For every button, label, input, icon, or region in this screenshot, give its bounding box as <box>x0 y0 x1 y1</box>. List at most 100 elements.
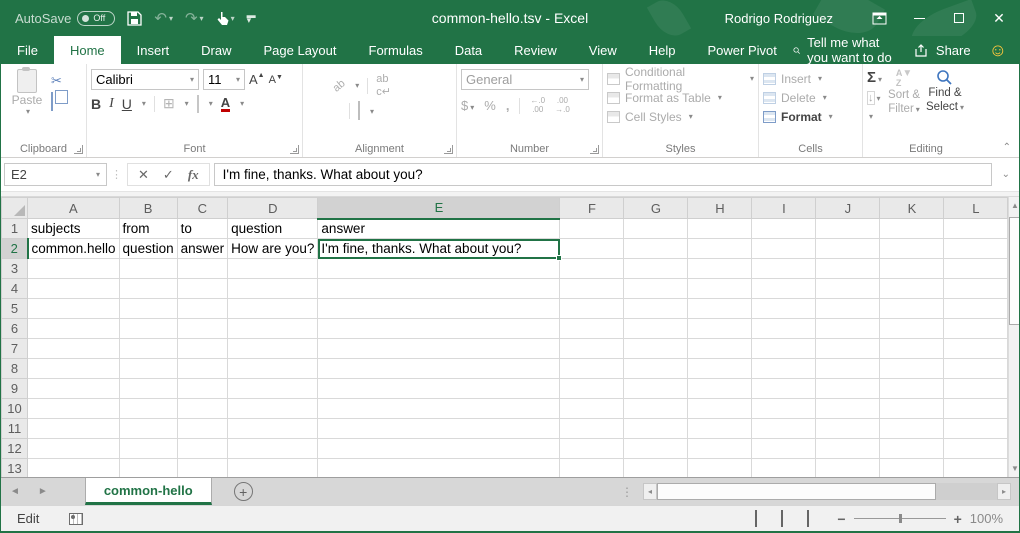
cell-G11[interactable] <box>624 419 688 439</box>
cell-J8[interactable] <box>816 359 880 379</box>
col-header-J[interactable]: J <box>816 198 880 219</box>
conditional-formatting-button[interactable]: Conditional Formatting ▾ <box>607 69 754 88</box>
cell-G2[interactable] <box>624 239 688 259</box>
cell-D3[interactable] <box>228 259 318 279</box>
macro-record-button[interactable] <box>69 513 83 525</box>
cell-B6[interactable] <box>119 319 177 339</box>
cell-E13[interactable] <box>318 459 560 478</box>
scroll-right-button[interactable]: ▸ <box>997 483 1011 500</box>
tab-formulas[interactable]: Formulas <box>353 36 439 64</box>
decrease-font-button[interactable]: A▼ <box>269 74 283 86</box>
cell-K13[interactable] <box>880 459 944 478</box>
cell-H9[interactable] <box>688 379 752 399</box>
tab-review[interactable]: Review <box>498 36 573 64</box>
cell-K9[interactable] <box>880 379 944 399</box>
cell-I13[interactable] <box>752 459 816 478</box>
row-header-3[interactable]: 3 <box>2 259 28 279</box>
col-header-L[interactable]: L <box>944 198 1008 219</box>
tab-view[interactable]: View <box>573 36 633 64</box>
cell-E5[interactable] <box>318 299 560 319</box>
cell-L11[interactable] <box>944 419 1008 439</box>
cell-A9[interactable] <box>28 379 120 399</box>
cell-styles-button[interactable]: Cell Styles ▾ <box>607 107 754 126</box>
cell-K8[interactable] <box>880 359 944 379</box>
sheetbar-drag-handle[interactable]: ⋮ <box>621 485 643 499</box>
cell-G9[interactable] <box>624 379 688 399</box>
italic-button[interactable]: I <box>109 96 114 112</box>
sort-filter-button[interactable]: A▼Z Sort & Filter▾ <box>888 69 920 122</box>
borders-button[interactable]: ⊞ <box>163 95 175 112</box>
cell-I8[interactable] <box>752 359 816 379</box>
collapse-ribbon-button[interactable]: ⌃ <box>1003 142 1011 153</box>
cell-B5[interactable] <box>119 299 177 319</box>
row-header-9[interactable]: 9 <box>2 379 28 399</box>
cell-L5[interactable] <box>944 299 1008 319</box>
format-cells-button[interactable]: Format ▾ <box>763 107 858 126</box>
col-header-C[interactable]: C <box>177 198 228 219</box>
cell-F13[interactable] <box>560 459 624 478</box>
delete-cells-button[interactable]: Delete ▾ <box>763 88 858 107</box>
cell-C11[interactable] <box>177 419 228 439</box>
row-header-10[interactable]: 10 <box>2 399 28 419</box>
cell-A11[interactable] <box>28 419 120 439</box>
cell-K10[interactable] <box>880 399 944 419</box>
underline-button[interactable]: U <box>122 96 132 112</box>
borders-caret[interactable]: ▾ <box>185 99 189 108</box>
cell-C3[interactable] <box>177 259 228 279</box>
cell-A1[interactable]: subjects <box>28 219 120 239</box>
autosave-switch[interactable]: Off <box>77 11 115 26</box>
cell-H6[interactable] <box>688 319 752 339</box>
redo-button[interactable]: ↷▾ <box>185 9 204 27</box>
tab-power-pivot[interactable]: Power Pivot <box>692 36 793 64</box>
cell-C1[interactable]: to <box>177 219 228 239</box>
cell-D12[interactable] <box>228 439 318 459</box>
page-break-view-button[interactable] <box>807 511 809 526</box>
scroll-left-button[interactable]: ◂ <box>643 483 657 500</box>
account-user-name[interactable]: Rodrigo Rodriguez <box>725 11 833 26</box>
font-color-caret[interactable]: ▾ <box>240 99 244 108</box>
cell-G4[interactable] <box>624 279 688 299</box>
cell-A4[interactable] <box>28 279 120 299</box>
cell-L13[interactable] <box>944 459 1008 478</box>
increase-font-button[interactable]: A▲ <box>249 72 265 87</box>
underline-caret[interactable]: ▾ <box>142 99 146 108</box>
cell-D11[interactable] <box>228 419 318 439</box>
maximize-button[interactable] <box>939 0 979 36</box>
cell-B11[interactable] <box>119 419 177 439</box>
cell-J11[interactable] <box>816 419 880 439</box>
cell-H11[interactable] <box>688 419 752 439</box>
col-header-K[interactable]: K <box>880 198 944 219</box>
cut-button[interactable]: ✂ <box>51 73 62 89</box>
percent-style-button[interactable]: % <box>484 98 496 113</box>
cell-F6[interactable] <box>560 319 624 339</box>
cell-J5[interactable] <box>816 299 880 319</box>
cell-H7[interactable] <box>688 339 752 359</box>
cell-B7[interactable] <box>119 339 177 359</box>
cell-K1[interactable] <box>880 219 944 239</box>
cell-F2[interactable] <box>560 239 624 259</box>
cell-K2[interactable] <box>880 239 944 259</box>
sheet-nav-left-button[interactable]: ◄ <box>1 486 29 497</box>
fill-color-button[interactable] <box>197 96 199 112</box>
cell-E9[interactable] <box>318 379 560 399</box>
cell-I4[interactable] <box>752 279 816 299</box>
col-header-H[interactable]: H <box>688 198 752 219</box>
cell-G13[interactable] <box>624 459 688 478</box>
fill-button[interactable]: ↓▾ <box>867 89 882 104</box>
zoom-out-button[interactable]: − <box>837 511 845 527</box>
cell-F9[interactable] <box>560 379 624 399</box>
tab-insert[interactable]: Insert <box>121 36 186 64</box>
cell-H3[interactable] <box>688 259 752 279</box>
increase-decimal-button[interactable]: ←.0.00 <box>530 97 545 115</box>
cell-I1[interactable] <box>752 219 816 239</box>
col-header-F[interactable]: F <box>560 198 624 219</box>
horizontal-scroll-track[interactable] <box>657 483 997 500</box>
cell-G8[interactable] <box>624 359 688 379</box>
accounting-format-button[interactable]: $▾ <box>461 98 474 113</box>
zoom-in-button[interactable]: + <box>954 511 962 527</box>
cell-D6[interactable] <box>228 319 318 339</box>
merge-center-button[interactable] <box>358 102 360 120</box>
cell-I3[interactable] <box>752 259 816 279</box>
cell-D4[interactable] <box>228 279 318 299</box>
cell-D7[interactable] <box>228 339 318 359</box>
